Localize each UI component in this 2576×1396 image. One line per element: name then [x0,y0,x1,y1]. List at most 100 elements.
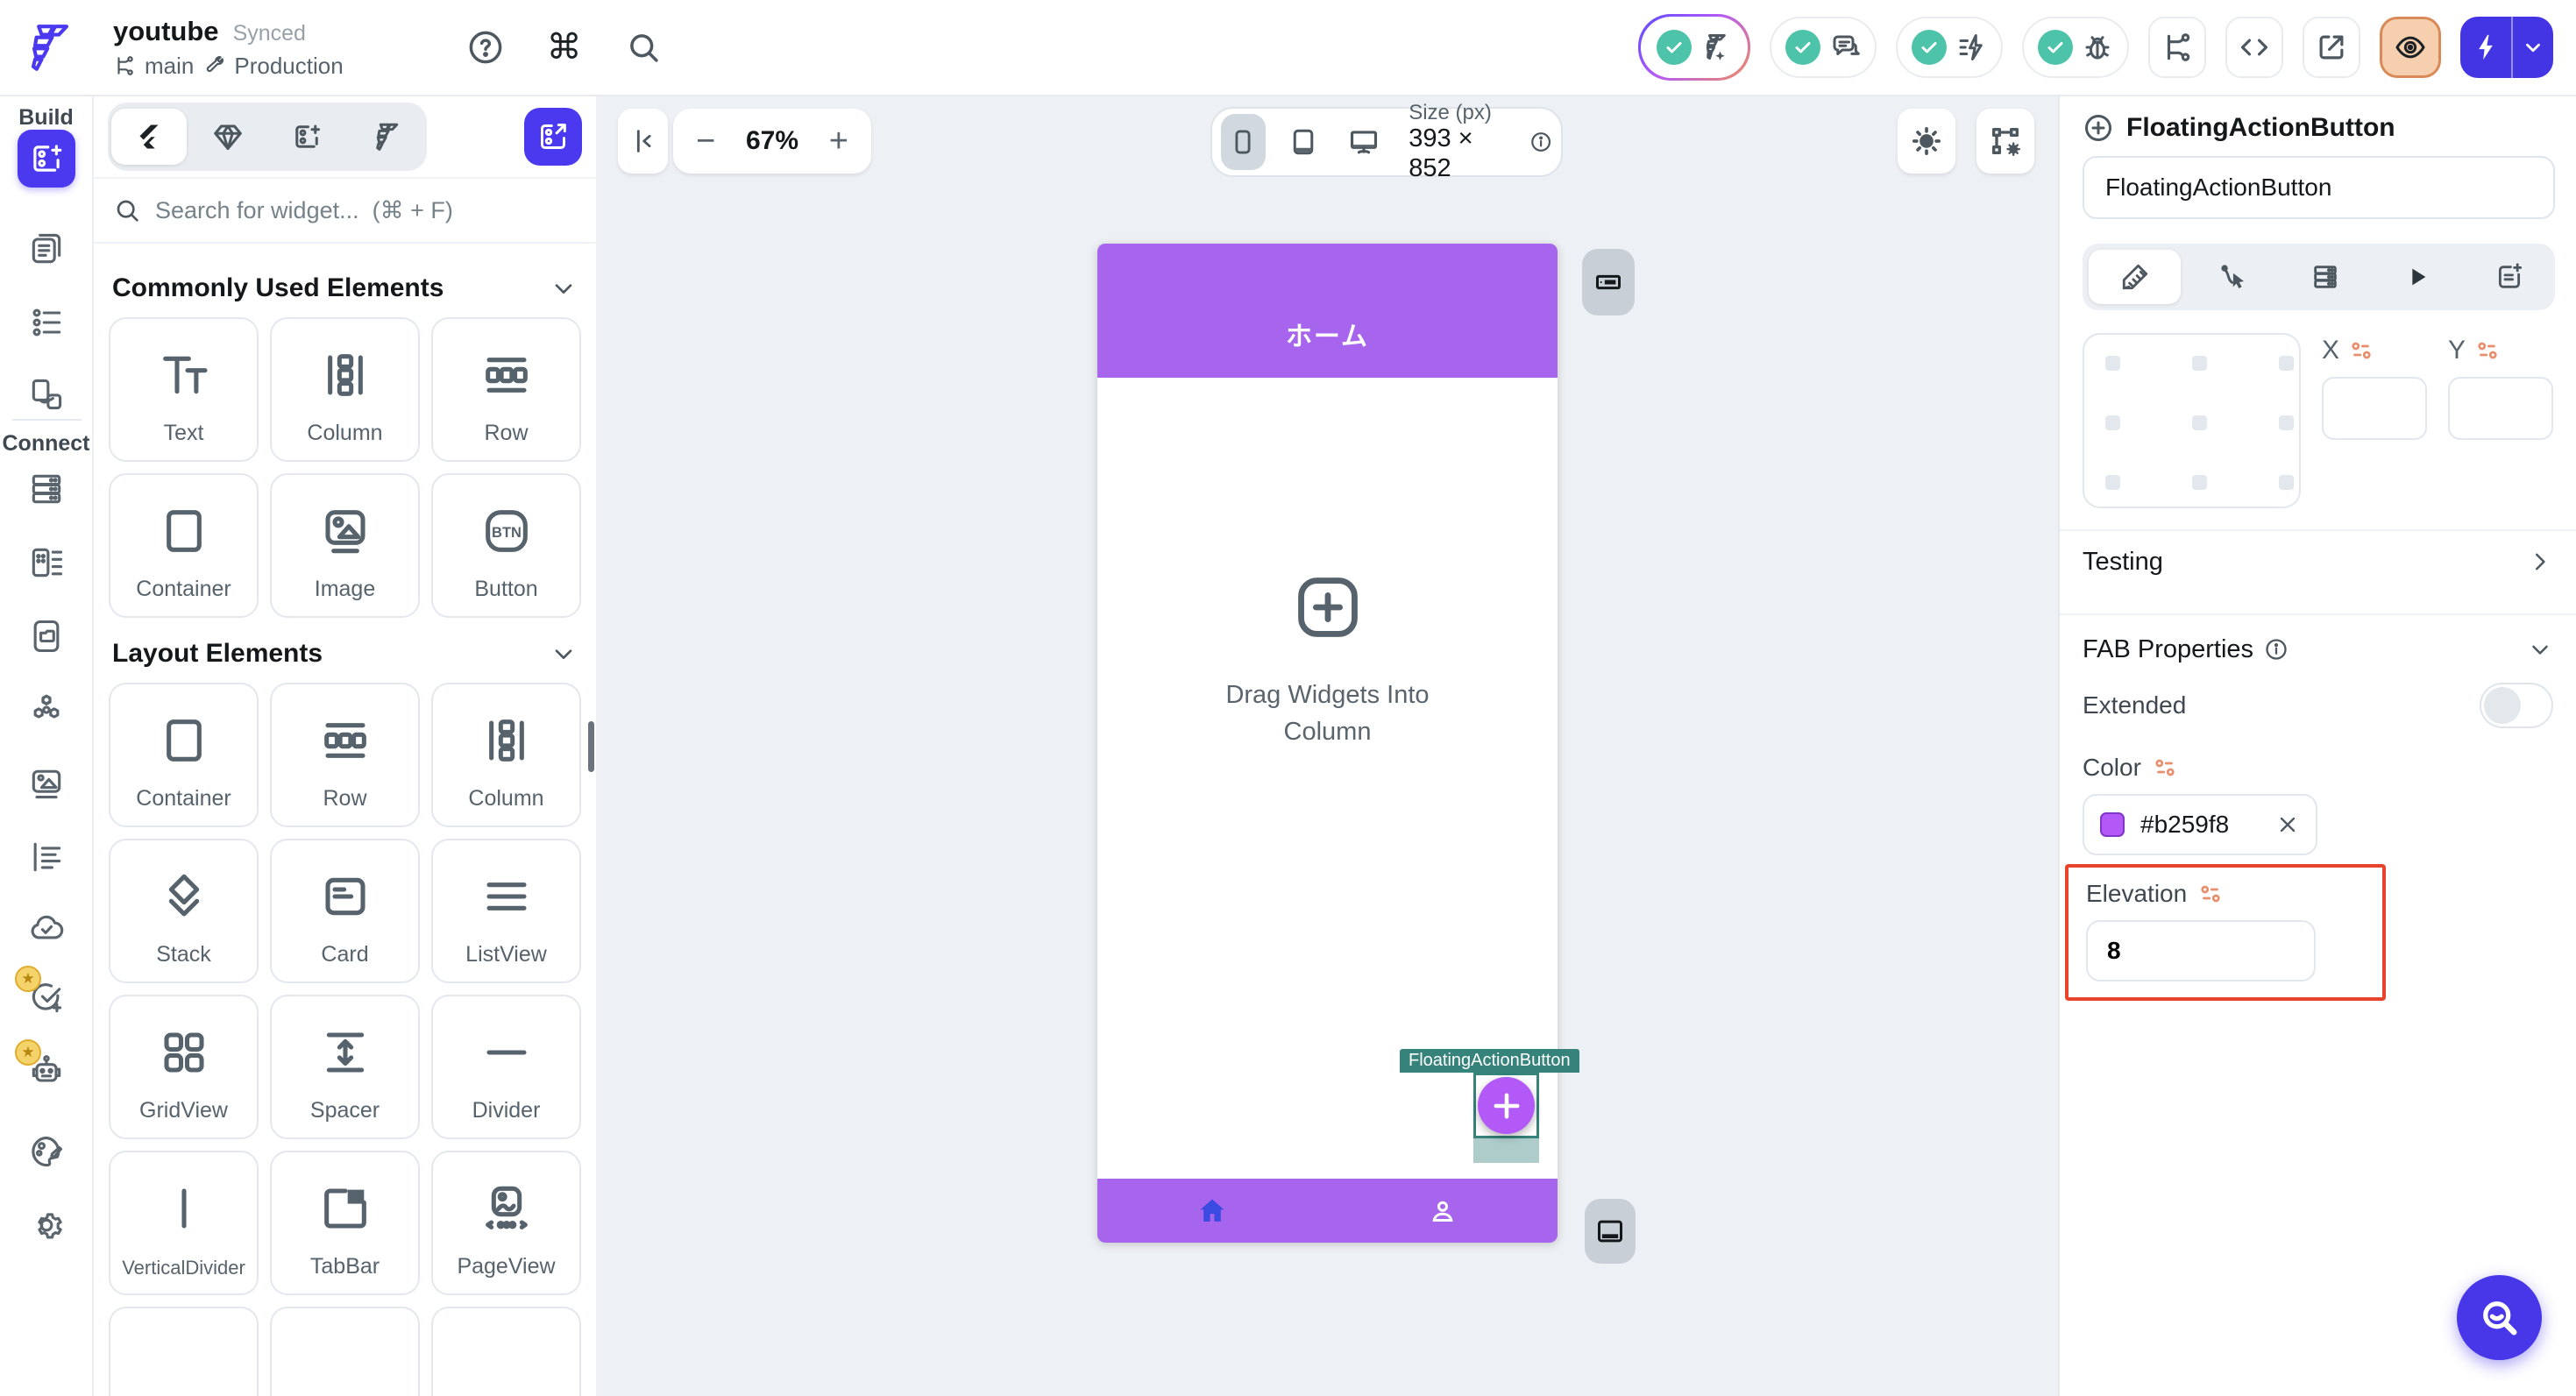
color-hex-value[interactable]: #b259f8 [2140,811,2260,839]
zoom-out-button[interactable]: − [696,123,715,160]
project-name[interactable]: youtube [113,16,219,47]
help-button[interactable] [458,19,514,75]
rail-item-integrations[interactable] [27,691,66,729]
fab-properties-header[interactable]: FAB Properties [2083,619,2553,680]
branch-name[interactable]: main [145,53,194,80]
rail-item-content[interactable] [27,838,66,876]
tab-documentation[interactable] [2463,244,2555,310]
rail-item-media-assets[interactable] [27,764,66,803]
set-from-variable-icon[interactable] [2474,337,2501,364]
align-center-right[interactable] [2279,415,2294,430]
device-tablet-button[interactable] [1281,114,1326,170]
chevron-down-icon[interactable] [2527,636,2553,663]
widget-tile-tabbar[interactable]: TabBar [270,1151,420,1295]
preview-button[interactable] [2380,17,2441,78]
environment-name[interactable]: Production [234,53,343,80]
widget-tile-column[interactable]: Column [431,683,581,827]
set-from-variable-icon[interactable] [2197,881,2224,907]
align-top-center[interactable] [2192,356,2207,371]
support-chat-button[interactable] [2457,1275,2542,1360]
status-pill-design-check[interactable] [1638,14,1750,81]
widget-tile-container[interactable]: Container [109,473,259,618]
app-bar-title[interactable]: ホーム [1286,315,1369,353]
branch-manager-button[interactable] [2148,17,2206,78]
align-bottom-center[interactable] [2192,475,2207,490]
align-bottom-left[interactable] [2105,475,2120,490]
widget-tile-gridview[interactable]: GridView [109,995,259,1139]
panel-scrollbar[interactable] [588,721,594,772]
set-from-variable-icon[interactable] [2152,755,2178,781]
align-bottom-right[interactable] [2279,475,2294,490]
tab-actions[interactable] [2187,244,2279,310]
widget-tile-container[interactable]: Container [109,683,259,827]
widget-tile-partial[interactable] [431,1307,581,1396]
info-icon[interactable] [1529,129,1552,155]
widget-tile-spacer[interactable]: Spacer [270,995,420,1139]
status-pill-comments[interactable] [1770,17,1877,78]
rail-item-widget-palette[interactable] [18,130,75,188]
widget-tile-row[interactable]: Row [431,317,581,462]
selected-widget-tag[interactable]: FloatingActionButton [1400,1049,1579,1073]
tab-animations[interactable] [2371,244,2463,310]
chevron-down-icon[interactable] [2513,36,2553,59]
elevation-input[interactable] [2086,920,2316,981]
rail-item-ai-agents[interactable]: ★ [27,1052,66,1090]
zoom-level[interactable]: 67% [746,126,798,156]
widget-tile-stack[interactable]: Stack [109,839,259,983]
tab-flutter-widgets[interactable] [111,109,187,165]
rail-item-database[interactable] [27,470,66,508]
open-widget-tree-button[interactable] [524,108,582,166]
rail-item-page-linking[interactable] [27,375,66,414]
clear-color-icon[interactable] [2275,812,2300,837]
design-canvas[interactable]: − 67% + Size (px) 393 × 852 ホーム D [596,96,2058,1396]
rail-item-api-calls[interactable] [27,543,66,582]
align-top-left[interactable] [2105,356,2120,371]
align-center[interactable] [2192,415,2207,430]
set-from-variable-icon[interactable] [2348,337,2374,364]
command-palette-button[interactable]: ⌘ [536,19,593,75]
phone-preview[interactable]: ホーム Drag Widgets Into Column FloatingAct… [1097,244,1558,1243]
nav-home-item[interactable] [1097,1194,1328,1228]
widget-tile-verticaldivider[interactable]: VerticalDivider [109,1151,259,1295]
widget-tile-text[interactable]: Text [109,317,259,462]
tab-premium-widgets[interactable] [188,103,267,171]
canvas-settings-button[interactable] [1976,109,2034,174]
flutterflow-logo[interactable] [0,20,94,74]
tab-components[interactable] [267,103,346,171]
widget-list-scroll-area[interactable]: Commonly Used Elements Text Column Row C… [94,244,596,1396]
y-alignment-input[interactable] [2448,377,2553,440]
rail-item-theme[interactable] [27,1132,66,1171]
device-phone-button[interactable] [1221,114,1266,170]
tab-properties[interactable] [2089,250,2181,304]
open-in-new-button[interactable] [2303,17,2360,78]
widget-tile-pageview[interactable]: PageView [431,1151,581,1295]
widget-tile-image[interactable]: Image [270,473,420,618]
app-bar-widget[interactable]: ホーム [1097,244,1558,378]
chevron-down-icon[interactable] [550,274,578,302]
tab-flutterflow-elements[interactable] [346,103,425,171]
testing-section-row[interactable]: Testing [2083,531,2553,592]
align-center-left[interactable] [2105,415,2120,430]
widget-tile-divider[interactable]: Divider [431,995,581,1139]
widget-tile-partial[interactable] [270,1307,420,1396]
rail-item-local-files[interactable] [27,617,66,655]
widget-tile-card[interactable]: Card [270,839,420,983]
widget-tile-partial[interactable] [109,1307,259,1396]
nav-profile-item[interactable] [1328,1195,1558,1227]
x-alignment-input[interactable] [2322,377,2427,440]
nav-bar-selector-button[interactable] [1585,1199,1636,1264]
rail-item-cloud-functions[interactable] [27,908,66,946]
widget-name-input[interactable] [2083,156,2555,219]
tab-backend[interactable] [2279,244,2371,310]
chevron-right-icon[interactable] [2527,549,2553,575]
app-bar-selector-button[interactable] [1582,249,1635,315]
info-icon[interactable] [2264,637,2289,662]
floating-action-button[interactable] [1478,1077,1535,1134]
deploy-button[interactable] [2460,17,2553,78]
rail-item-tests[interactable]: ★ [27,978,66,1017]
widget-tile-column[interactable]: Column [270,317,420,462]
collapse-panel-button[interactable] [618,109,668,174]
empty-column-placeholder[interactable]: Drag Widgets Into Column [1097,570,1558,750]
fab-color-field[interactable]: #b259f8 [2083,794,2317,855]
color-swatch[interactable] [2100,812,2125,837]
